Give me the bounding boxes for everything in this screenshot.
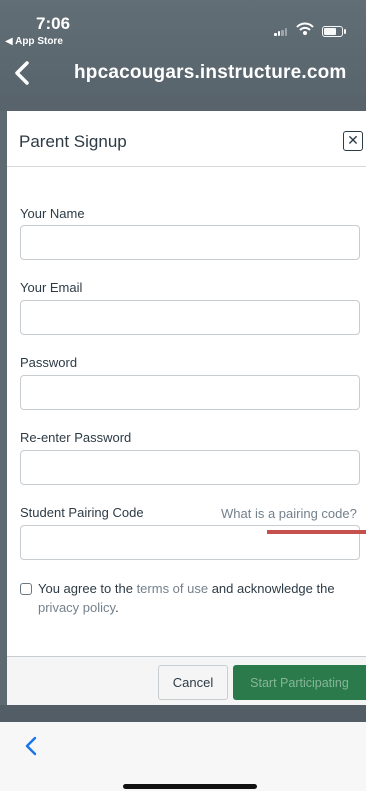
cancel-button[interactable]: Cancel: [158, 665, 228, 700]
wifi-icon: [296, 22, 314, 35]
modal-footer: Cancel Start Participating: [7, 656, 366, 706]
agree-text-part: .: [115, 600, 119, 615]
your-email-input[interactable]: [20, 300, 360, 335]
your-email-label: Your Email: [20, 280, 83, 295]
parent-signup-modal: Parent Signup ✕ Your Name Your Email Pas…: [7, 111, 366, 706]
password-input[interactable]: [20, 375, 360, 410]
reenter-password-input[interactable]: [20, 450, 360, 485]
terms-of-use-link[interactable]: terms of use: [137, 581, 209, 596]
password-label: Password: [20, 355, 78, 370]
browser-bottom-bar: [0, 722, 366, 791]
annotation-red-mark: [267, 530, 366, 534]
page-backdrop-bottom: [0, 705, 366, 722]
nav-title: hpcacougars.instructure.com: [74, 62, 347, 83]
reenter-password-label: Re-enter Password: [20, 430, 132, 445]
top-bar: 7:06 ◀ App Store hpcacougars.instructure…: [0, 0, 366, 96]
chevron-left-icon[interactable]: [24, 736, 38, 756]
back-to-app-store-link[interactable]: ◀ App Store: [5, 36, 63, 47]
pairing-code-label: Student Pairing Code: [20, 505, 144, 520]
home-indicator: [123, 784, 257, 789]
nav-back-icon[interactable]: [12, 60, 34, 86]
your-name-label: Your Name: [20, 206, 85, 221]
status-time: 7:06: [36, 14, 71, 33]
agree-text-part: You agree to the: [38, 581, 137, 596]
agree-text-part: and acknowledge the: [208, 581, 335, 596]
battery-icon: [322, 26, 346, 37]
pairing-code-help-link[interactable]: What is a pairing code?: [221, 506, 357, 521]
your-name-input[interactable]: [20, 225, 360, 260]
start-participating-button[interactable]: Start Participating: [233, 665, 366, 700]
page-backdrop-strip: [0, 96, 366, 111]
privacy-policy-link[interactable]: privacy policy: [38, 600, 115, 615]
cellular-signal-icon: [274, 28, 288, 36]
agreement-text: You agree to the terms of use and acknow…: [38, 579, 356, 617]
modal-header: Parent Signup ✕: [7, 111, 366, 167]
modal-title: Parent Signup: [19, 132, 127, 151]
agree-checkbox[interactable]: [20, 583, 32, 595]
close-icon[interactable]: ✕: [343, 131, 363, 151]
